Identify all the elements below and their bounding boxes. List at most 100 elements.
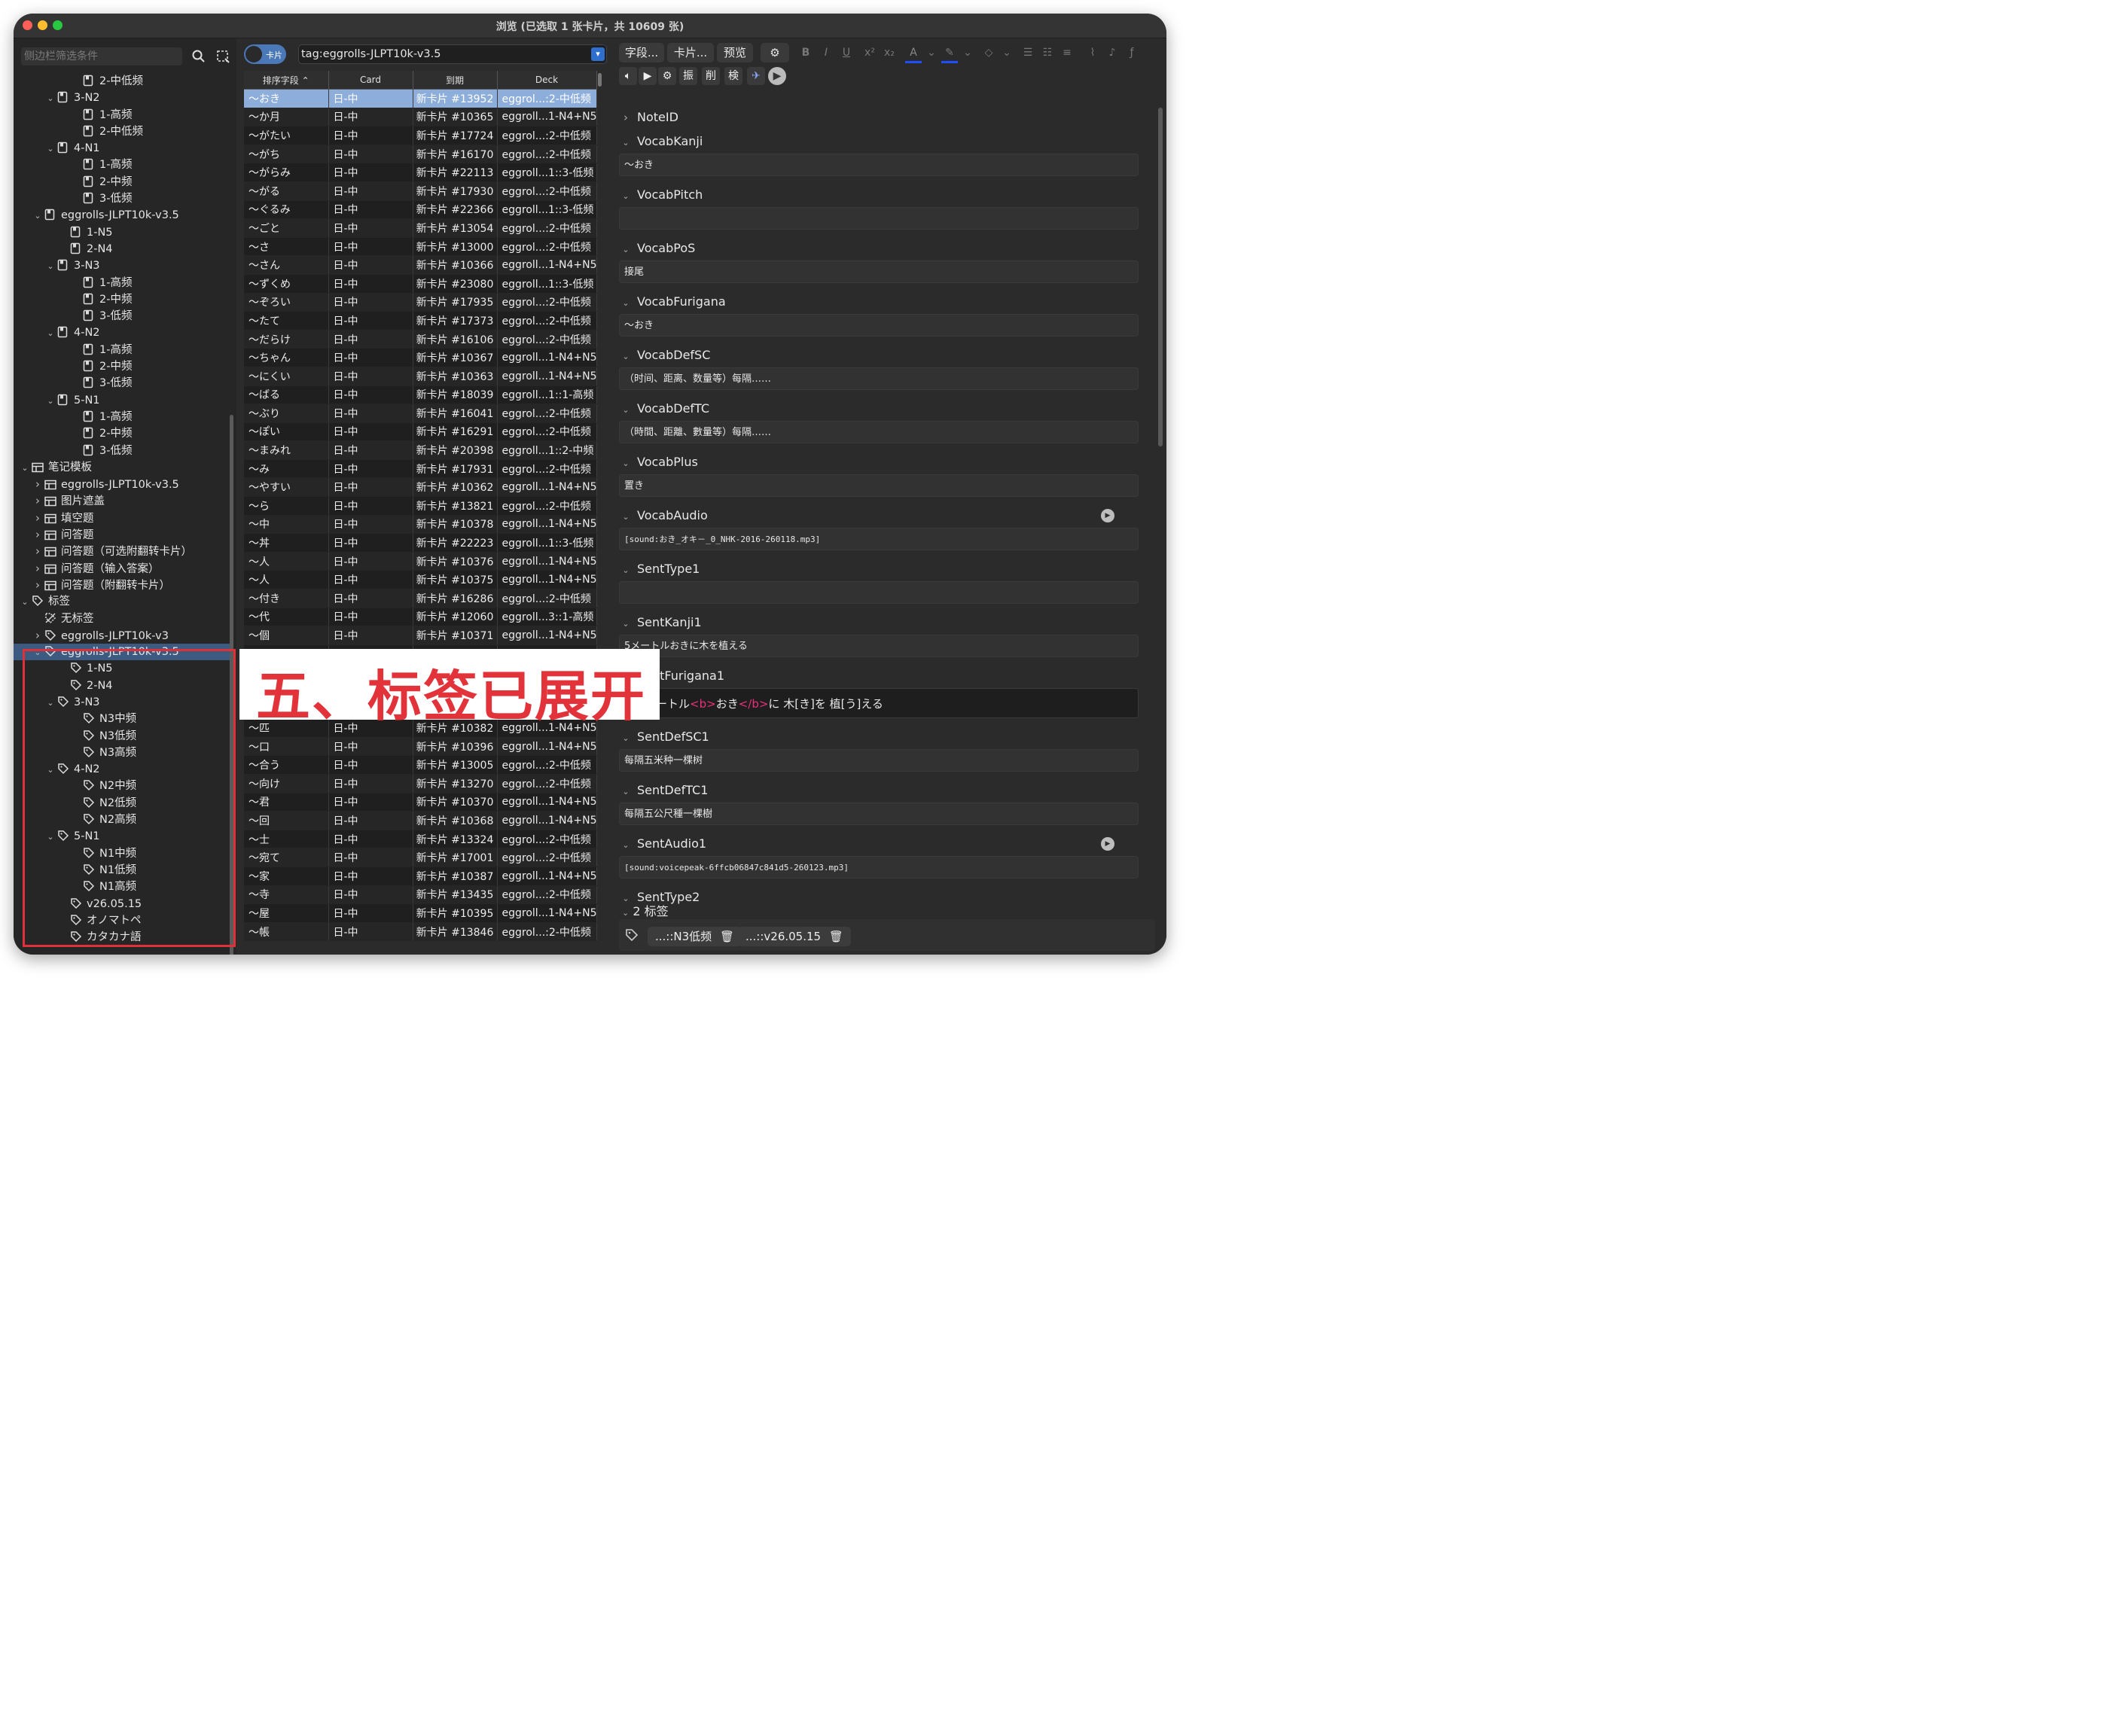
field-label-row[interactable]: › NoteID bbox=[619, 108, 1139, 127]
table-row[interactable]: ～か月 日-中 新卡片 #10365 eggroll...1-N4+N5 bbox=[244, 108, 597, 127]
field-input[interactable]: （时间、距离、数量等）每隔…… bbox=[619, 367, 1139, 390]
field-input[interactable] bbox=[619, 207, 1139, 230]
table-row[interactable]: ～中 日-中 新卡片 #10378 eggroll...1-N4+N5 bbox=[244, 515, 597, 535]
table-row[interactable]: ～たて 日-中 新卡片 #17373 eggrol...:2-中低频 bbox=[244, 311, 597, 330]
table-row[interactable]: ～ぽい 日-中 新卡片 #16291 eggrol...:2-中低频 bbox=[244, 422, 597, 442]
chevron-down-icon[interactable]: ⌄ bbox=[619, 454, 633, 474]
field-label-row[interactable]: ⌄ VocabPitch bbox=[619, 185, 1139, 205]
select-area-icon[interactable] bbox=[215, 49, 230, 64]
gear-icon[interactable]: ⚙ bbox=[658, 67, 676, 85]
sidebar-tree-item[interactable]: › eggrolls-JLPT10k-v3.5 bbox=[14, 476, 232, 492]
sidebar-tree-item[interactable]: ⌄ eggrolls-JLPT10k-v3.5 bbox=[14, 207, 232, 224]
table-row[interactable]: ～まみれ 日-中 新卡片 #20398 eggroll...1::2-中频 bbox=[244, 440, 597, 460]
sidebar-tree-item[interactable]: 1-高频 bbox=[14, 409, 232, 425]
chevron-right-icon[interactable]: › bbox=[619, 108, 633, 127]
table-row[interactable]: ～家 日-中 新卡片 #10387 eggroll...1-N4+N5 bbox=[244, 866, 597, 886]
subscript-icon[interactable]: x₂ bbox=[881, 44, 898, 61]
fields-button[interactable]: 字段... bbox=[619, 43, 664, 62]
chevron-down-icon[interactable]: ⌄ bbox=[619, 729, 633, 748]
table-row[interactable]: ～合う 日-中 新卡片 #13005 eggrol...:2-中低频 bbox=[244, 755, 597, 775]
table-row[interactable]: ～代 日-中 新卡片 #12060 eggroll...3::1-高频 bbox=[244, 608, 597, 627]
table-row[interactable]: ～向け 日-中 新卡片 #13270 eggrol...:2-中低频 bbox=[244, 774, 597, 793]
tag-chip[interactable]: ...::v26.05.15 🗑︎ bbox=[738, 927, 851, 946]
play-circle-icon[interactable]: ▶ bbox=[1101, 837, 1114, 851]
field-label-row[interactable]: ⌄ VocabDefTC bbox=[619, 399, 1139, 419]
column-header[interactable]: Card bbox=[328, 71, 413, 90]
search-query-input[interactable]: tag:eggrolls-JLPT10k-v3.5 ▾ bbox=[298, 44, 607, 64]
sidebar-tree-item[interactable]: 2-中频 bbox=[14, 174, 232, 190]
table-row[interactable]: ～み 日-中 新卡片 #17931 eggrol...:2-中低频 bbox=[244, 459, 597, 479]
chevron-down-icon[interactable]: ⌄ bbox=[619, 614, 633, 634]
search-icon[interactable] bbox=[191, 49, 206, 64]
chevron-down-icon[interactable]: ⌄ bbox=[923, 44, 940, 61]
sidebar-tree-item[interactable]: 1-N5 bbox=[14, 224, 232, 241]
table-row[interactable]: ～口 日-中 新卡片 #10396 eggroll...1-N4+N5 bbox=[244, 737, 597, 757]
column-header[interactable]: 排序字段 ⌃ bbox=[244, 71, 329, 90]
sidebar-tree-item[interactable]: › 问答题（附翻转卡片） bbox=[14, 577, 232, 593]
field-label-row[interactable]: ⌄ VocabPlus bbox=[619, 452, 1139, 472]
sidebar-tree-item[interactable]: 3-低频 bbox=[14, 308, 232, 324]
table-row[interactable]: ～さ 日-中 新卡片 #13000 eggrol...:2-中低频 bbox=[244, 237, 597, 257]
table-row[interactable]: ～ちゃん 日-中 新卡片 #10367 eggroll...1-N4+N5 bbox=[244, 348, 597, 367]
cards-notes-toggle[interactable]: 卡片 bbox=[244, 44, 286, 64]
table-row[interactable]: ～おき 日-中 新卡片 #13952 eggrol...:2-中低频 bbox=[244, 89, 597, 108]
table-row[interactable]: ～寺 日-中 新卡片 #13435 eggrol...:2-中低频 bbox=[244, 885, 597, 905]
italic-icon[interactable]: I bbox=[818, 44, 834, 61]
chevron-down-icon[interactable]: ⌄ bbox=[999, 44, 1015, 61]
table-row[interactable]: ～さん 日-中 新卡片 #10366 eggroll...1-N4+N5 bbox=[244, 255, 597, 275]
sidebar-tree-item[interactable]: 3-低频 bbox=[14, 443, 232, 459]
sidebar-tree-item[interactable]: 1-高频 bbox=[14, 342, 232, 358]
eraser-icon[interactable]: ◇ bbox=[980, 44, 997, 61]
align-icon[interactable]: ≡ bbox=[1059, 44, 1075, 61]
field-label-row[interactable]: ⌄ SentAudio1 ▶ bbox=[619, 834, 1139, 854]
sidebar-tree-item[interactable]: ⌄ 3-N3 bbox=[14, 257, 232, 274]
sidebar-tree-item[interactable]: 1-高频 bbox=[14, 157, 232, 173]
chevron-right-icon[interactable]: › bbox=[32, 560, 43, 577]
sidebar-tree-item[interactable]: › 问答题（可选附翻转卡片） bbox=[14, 543, 232, 559]
chevron-down-icon[interactable]: ⌄ bbox=[619, 561, 633, 580]
column-header[interactable]: Deck bbox=[497, 71, 597, 90]
sidebar-tree-item[interactable]: 2-中低频 bbox=[14, 73, 232, 90]
sidebar-tree-item[interactable]: 无标签 bbox=[14, 611, 232, 627]
chevron-down-icon[interactable]: ⌄ bbox=[45, 393, 56, 410]
table-row[interactable]: ～帳 日-中 新卡片 #13846 eggrol...:2-中低频 bbox=[244, 922, 597, 942]
play-circle-icon[interactable]: ▶ bbox=[768, 67, 786, 85]
underline-icon[interactable]: U bbox=[838, 44, 855, 61]
table-row[interactable]: ～個 日-中 新卡片 #10371 eggroll...1-N4+N5 bbox=[244, 626, 597, 645]
bullet-list-icon[interactable]: ☰ bbox=[1020, 44, 1036, 61]
table-row[interactable]: ～がらみ 日-中 新卡片 #22113 eggroll...1::3-低频 bbox=[244, 163, 597, 182]
field-label-row[interactable]: ⌄ SentDefTC1 bbox=[619, 781, 1139, 800]
sidebar-tree-item[interactable]: ⌄ 笔记模板 bbox=[14, 459, 232, 476]
bird-icon[interactable]: ✈ bbox=[747, 67, 765, 85]
sidebar-search-input[interactable]: 侧边栏筛选条件 bbox=[21, 47, 182, 65]
table-row[interactable]: ～にくい 日-中 新卡片 #10363 eggroll...1-N4+N5 bbox=[244, 367, 597, 386]
play-circle-icon[interactable]: ▶ bbox=[1101, 509, 1114, 522]
sidebar-tree-item[interactable]: › eggrolls-JLPT10k-v3 bbox=[14, 627, 232, 644]
table-row[interactable]: ～だらけ 日-中 新卡片 #16106 eggrol...:2-中低频 bbox=[244, 330, 597, 349]
chevron-down-icon[interactable]: ⌄ bbox=[619, 347, 633, 367]
table-row[interactable]: ～丼 日-中 新卡片 #22223 eggroll...1::3-低频 bbox=[244, 533, 597, 553]
superscript-icon[interactable]: x² bbox=[861, 44, 878, 61]
table-row[interactable]: ～士 日-中 新卡片 #13324 eggrol...:2-中低频 bbox=[244, 830, 597, 849]
sidebar-tree-item[interactable]: › 填空题 bbox=[14, 510, 232, 526]
table-row[interactable]: ～付き 日-中 新卡片 #16286 eggrol...:2-中低频 bbox=[244, 589, 597, 608]
field-input[interactable]: ～おき bbox=[619, 154, 1139, 176]
table-row[interactable]: ～ぐるみ 日-中 新卡片 #22366 eggroll...1::3-低频 bbox=[244, 200, 597, 220]
sidebar-tree-item[interactable]: ⌄ 4-N1 bbox=[14, 140, 232, 157]
table-row[interactable]: ～人 日-中 新卡片 #10376 eggroll...1-N4+N5 bbox=[244, 552, 597, 571]
delete-furigana-button[interactable]: 削 bbox=[702, 67, 720, 85]
chevron-right-icon[interactable]: › bbox=[32, 492, 43, 509]
field-label-row[interactable]: ⌄ VocabKanji bbox=[619, 132, 1139, 151]
chevron-right-icon[interactable]: › bbox=[32, 627, 43, 644]
trash-icon[interactable]: 🗑︎ bbox=[829, 930, 843, 943]
table-row[interactable]: ～ぶり 日-中 新卡片 #16041 eggrol...:2-中低频 bbox=[244, 404, 597, 423]
field-input[interactable]: ～おき bbox=[619, 314, 1139, 337]
tags-header[interactable]: ⌄ 2 标签 bbox=[622, 901, 669, 919]
chevron-down-icon[interactable]: ⌄ bbox=[619, 133, 633, 153]
gear-icon[interactable]: ⚙ bbox=[761, 43, 789, 62]
field-input[interactable]: 每隔五米种一棵树 bbox=[619, 749, 1139, 772]
chevron-down-icon[interactable]: ⌄ bbox=[619, 400, 633, 420]
field-label-row[interactable]: ⌄ SentDefSC1 bbox=[619, 727, 1139, 747]
sidebar-tree-item[interactable]: 2-中频 bbox=[14, 358, 232, 375]
field-input[interactable]: [sound:おき_オキ－_0_NHK-2016-260118.mp3] bbox=[619, 528, 1139, 550]
